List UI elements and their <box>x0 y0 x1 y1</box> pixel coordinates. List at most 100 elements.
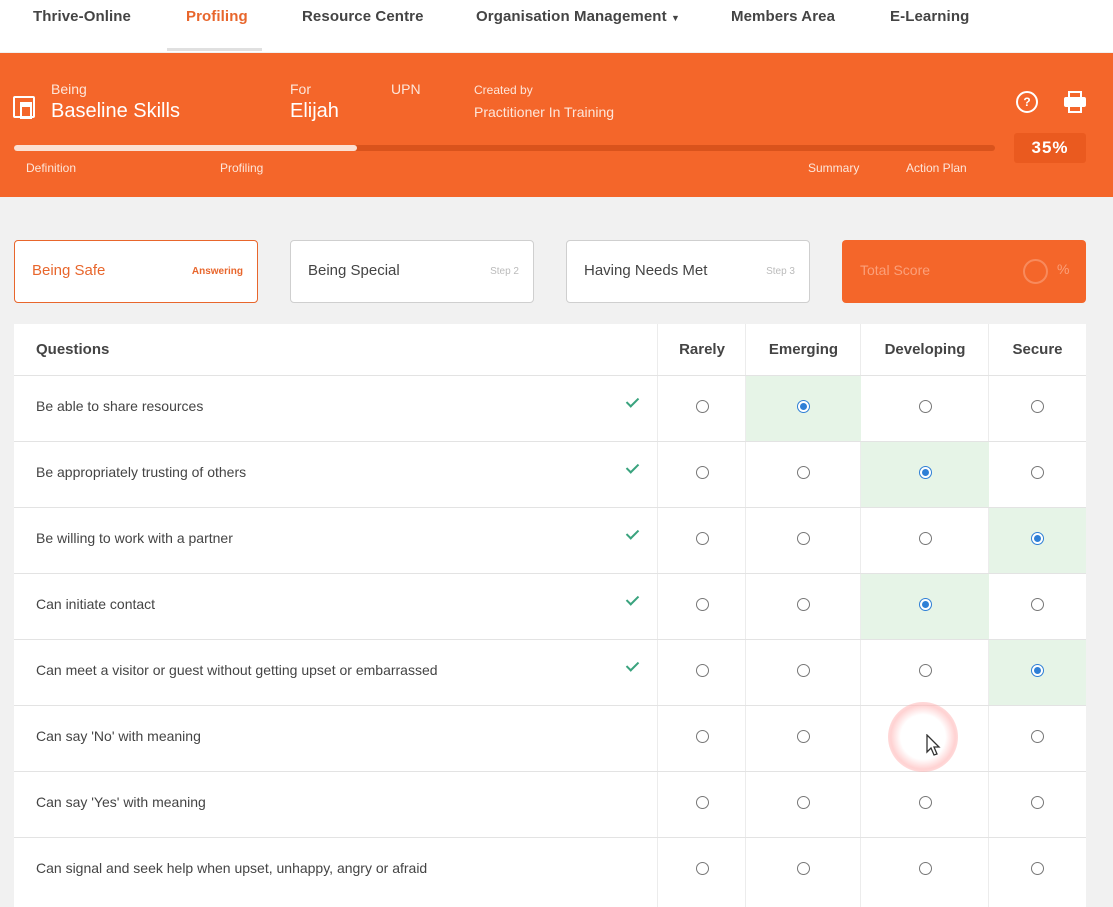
answer-cell-secure <box>989 640 1086 705</box>
nav-e-learning[interactable]: E-Learning <box>890 8 969 25</box>
answer-cell-secure <box>989 706 1086 771</box>
step-status: Step 2 <box>490 266 519 277</box>
nav-organisation-management[interactable]: Organisation Management ▼ <box>476 8 680 25</box>
stage-summary[interactable]: Summary <box>808 161 859 175</box>
radio-secure[interactable] <box>1031 400 1044 413</box>
answer-cell-rarely <box>658 442 746 507</box>
table-row: Can meet a visitor or guest without gett… <box>14 639 1086 705</box>
table-row: Be appropriately trusting of others <box>14 441 1086 507</box>
answer-cell-rarely <box>658 574 746 639</box>
step-being-safe[interactable]: Being Safe Answering <box>14 240 258 303</box>
for-label: For <box>290 81 311 97</box>
questions-table: Questions Rarely Emerging Developing Sec… <box>14 324 1086 907</box>
checkmark-icon <box>626 658 640 676</box>
answer-cell-developing <box>861 772 989 837</box>
checkmark-icon <box>626 592 640 610</box>
checkmark-icon <box>626 526 640 544</box>
answer-cell-secure <box>989 508 1086 573</box>
answer-cell-secure <box>989 772 1086 837</box>
checkmark-icon <box>626 460 640 478</box>
question-text: Be able to share resources <box>36 398 204 414</box>
step-being-special[interactable]: Being Special Step 2 <box>290 240 534 303</box>
radio-emerging[interactable] <box>797 796 810 809</box>
radio-developing[interactable] <box>918 796 932 809</box>
table-row: Can say 'Yes' with meaning <box>14 771 1086 837</box>
radio-rarely[interactable] <box>695 730 709 743</box>
answer-cell-developing <box>861 376 989 441</box>
answer-cell-developing <box>861 838 989 903</box>
radio-emerging[interactable] <box>797 400 810 413</box>
radio-developing[interactable] <box>918 598 932 611</box>
radio-emerging[interactable] <box>797 466 810 479</box>
question-text: Can say 'Yes' with meaning <box>36 794 206 810</box>
upn-label: UPN <box>391 81 421 97</box>
answer-cell-emerging <box>746 442 861 507</box>
radio-rarely[interactable] <box>695 664 709 677</box>
question-text: Can say 'No' with meaning <box>36 728 201 744</box>
answer-cell-developing <box>861 574 989 639</box>
nav-members-area[interactable]: Members Area <box>731 8 835 25</box>
radio-rarely[interactable] <box>695 796 709 809</box>
total-score-card: Total Score % <box>842 240 1086 303</box>
stage-definition[interactable]: Definition <box>26 161 76 175</box>
step-status: Step 3 <box>766 266 795 277</box>
answer-cell-rarely <box>658 772 746 837</box>
radio-developing[interactable] <box>918 400 932 413</box>
step-label: Being Special <box>308 262 400 279</box>
answer-cell-secure <box>989 574 1086 639</box>
radio-emerging[interactable] <box>797 532 810 545</box>
profile-title: Baseline Skills <box>51 100 180 122</box>
radio-rarely[interactable] <box>695 400 709 413</box>
radio-secure[interactable] <box>1031 532 1044 545</box>
mouse-cursor-icon <box>926 734 941 756</box>
answer-cell-rarely <box>658 706 746 771</box>
nav-thrive-online[interactable]: Thrive-Online <box>33 8 131 25</box>
radio-developing[interactable] <box>918 532 932 545</box>
nav-resource-centre[interactable]: Resource Centre <box>302 8 424 25</box>
profile-header: Being Baseline Skills For Elijah UPN Cre… <box>0 53 1113 197</box>
radio-emerging[interactable] <box>797 664 810 677</box>
radio-developing[interactable] <box>918 664 932 677</box>
radio-secure[interactable] <box>1031 664 1044 677</box>
radio-secure[interactable] <box>1031 466 1044 479</box>
radio-emerging[interactable] <box>797 862 810 875</box>
question-text: Can initiate contact <box>36 596 156 612</box>
answer-cell-developing <box>861 508 989 573</box>
radio-secure[interactable] <box>1031 862 1044 875</box>
help-icon[interactable]: ? <box>1016 91 1038 113</box>
header-secure: Secure <box>1012 341 1063 358</box>
question-text: Can meet a visitor or guest without gett… <box>36 662 438 678</box>
step-having-needs-met[interactable]: Having Needs Met Step 3 <box>566 240 810 303</box>
radio-rarely[interactable] <box>695 532 709 545</box>
radio-secure[interactable] <box>1031 796 1044 809</box>
radio-secure[interactable] <box>1031 730 1044 743</box>
score-ring-icon <box>1023 259 1048 284</box>
nav-profiling[interactable]: Profiling <box>186 8 248 25</box>
radio-rarely[interactable] <box>695 466 709 479</box>
profile-progress-fill <box>14 145 358 151</box>
step-label: Having Needs Met <box>584 262 708 279</box>
answer-cell-emerging <box>746 640 861 705</box>
radio-developing[interactable] <box>918 466 932 479</box>
answer-cell-rarely <box>658 640 746 705</box>
radio-rarely[interactable] <box>695 598 709 611</box>
print-icon[interactable] <box>1064 91 1086 113</box>
answer-cell-emerging <box>746 706 861 771</box>
radio-emerging[interactable] <box>797 598 810 611</box>
click-highlight <box>888 702 958 772</box>
answer-cell-developing <box>861 442 989 507</box>
answer-cell-rarely <box>658 838 746 903</box>
step-label: Being Safe <box>32 262 106 279</box>
radio-rarely[interactable] <box>695 862 709 875</box>
answer-cell-secure <box>989 838 1086 903</box>
stage-profiling[interactable]: Profiling <box>220 161 263 175</box>
created-by-label: Created by <box>474 83 533 97</box>
document-icon <box>13 96 35 119</box>
stage-action-plan[interactable]: Action Plan <box>906 161 967 175</box>
radio-secure[interactable] <box>1031 598 1044 611</box>
radio-developing[interactable] <box>918 862 932 875</box>
profile-progress-bar <box>14 145 995 151</box>
table-row: Can initiate contact <box>14 573 1086 639</box>
caret-down-icon: ▼ <box>670 13 680 23</box>
radio-emerging[interactable] <box>797 730 810 743</box>
